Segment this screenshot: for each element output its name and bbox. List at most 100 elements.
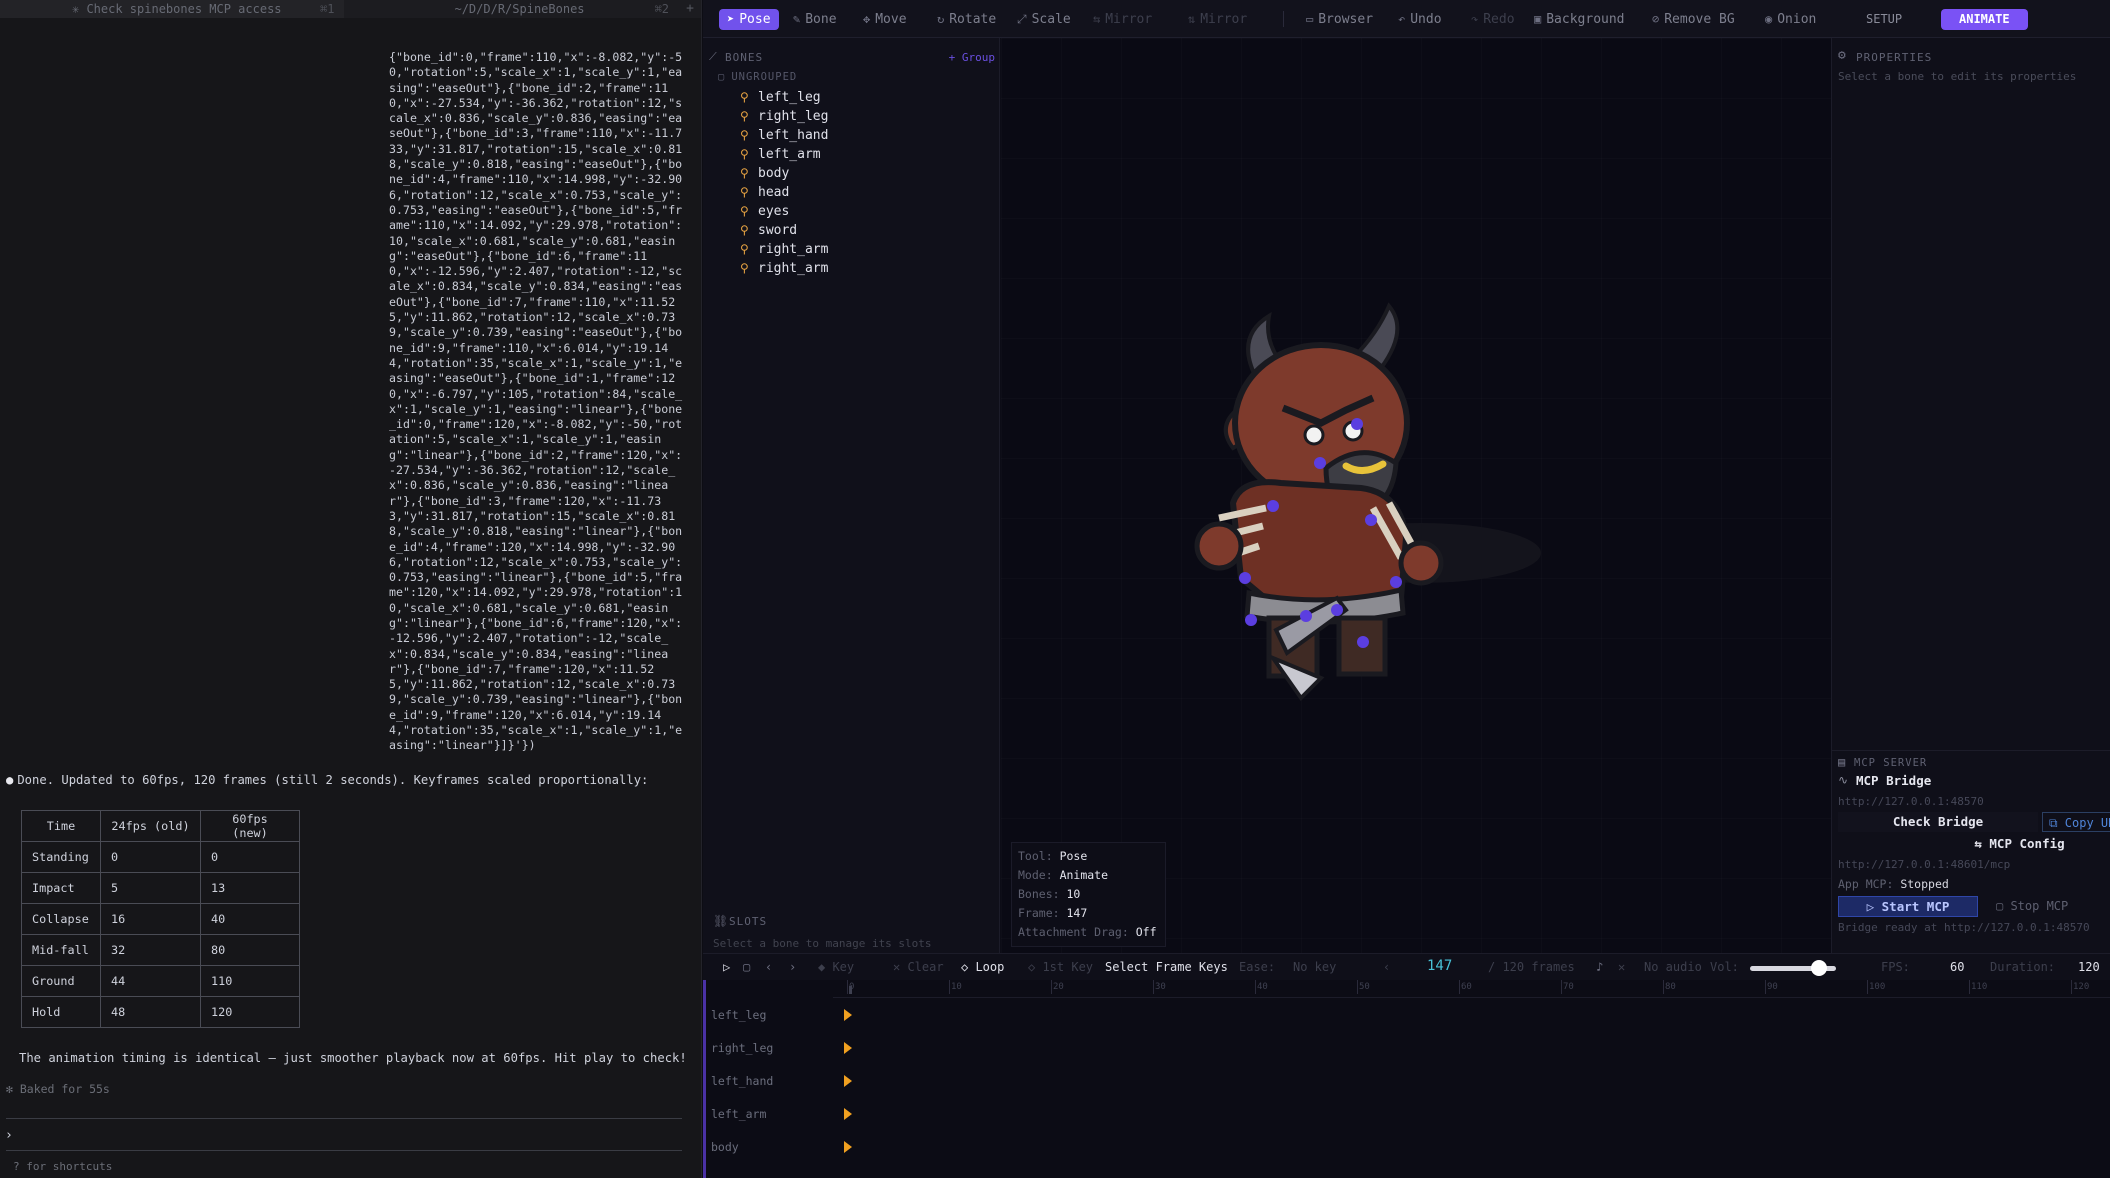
stop-mcp-button[interactable]: ▢ Stop MCP [1982, 896, 2110, 917]
joint-right-arm[interactable] [1365, 514, 1377, 526]
canvas-viewport[interactable]: Tool: Pose Mode: Animate Bones: 10 Frame… [1001, 38, 1831, 953]
mcp-server-section: ▤ MCP SERVER ∿ MCP Bridge http://127.0.0… [1832, 750, 2110, 953]
table-row: Standing 0 0 [21, 841, 300, 873]
joint-body[interactable] [1300, 610, 1312, 622]
remove-audio-icon[interactable]: ✕ [1618, 960, 1625, 975]
stop-button[interactable]: ▢ [743, 960, 750, 975]
table-cell: 44 [100, 965, 201, 997]
ease-label: Ease: [1239, 960, 1276, 974]
toolbar: ➤ Pose ✎ Bone ✥ Move ↻ Rotate ⤢ Scale ⇆ Mirror… [703, 0, 2110, 38]
ease-select[interactable]: No key [1293, 960, 1336, 975]
terminal-tab-2-shortcut: ⌘2 [654, 2, 670, 16]
mcp-config-button[interactable]: ⇆ MCP Config [1838, 834, 2110, 854]
timeline-row-right-leg[interactable]: right_leg [711, 1038, 773, 1058]
remove-bg-button[interactable]: ⊘ Remove BG [1652, 9, 1735, 30]
select-frame-keys-button[interactable]: Select Frame Keys [1105, 960, 1228, 975]
bone-item-sword[interactable]: ⚲ sword [740, 221, 828, 240]
volume-slider-knob[interactable] [1810, 960, 1827, 976]
pose-tool-button[interactable]: ➤ Pose [719, 9, 779, 30]
timeline-row-left-hand[interactable]: left_hand [711, 1071, 773, 1091]
joint-right-hand[interactable] [1390, 576, 1402, 588]
playhead[interactable] [849, 986, 852, 994]
joint-head[interactable] [1314, 457, 1326, 469]
scale-tool-button[interactable]: ⤢ Scale [1017, 9, 1071, 30]
timeline-ruler[interactable]: 0102030405060708090100110120 [833, 980, 2110, 998]
keyframe-marker[interactable] [844, 1075, 852, 1087]
keyframe-marker[interactable] [844, 1108, 852, 1120]
timeline[interactable]: 0102030405060708090100110120 left_leg ri… [703, 980, 2110, 1178]
move-tool-button[interactable]: ✥ Move [863, 9, 907, 30]
close-icon: ✕ [893, 960, 908, 974]
terminal-tab-2[interactable]: ~/D/D/R/SpineBones ⌘2 [344, 0, 679, 18]
add-key-button[interactable]: ◆ Key [818, 960, 854, 975]
setup-mode-tab[interactable]: SETUP [1866, 9, 1902, 30]
undo-button[interactable]: ↶ Undo [1398, 9, 1442, 30]
first-key-icon: ◇ [1028, 960, 1043, 974]
table-cell: Mid-fall [21, 934, 101, 966]
bone-item-right-arm-2[interactable]: ⚲ right_arm [740, 259, 828, 278]
bone-item-left-hand[interactable]: ⚲ left_hand [740, 126, 828, 145]
frame-counter[interactable]: 147 [1427, 959, 1452, 974]
mirror-y-button[interactable]: ⇅ Mirror [1188, 9, 1247, 30]
start-mcp-button[interactable]: ▷ Start MCP [1838, 896, 1978, 917]
clear-key-button[interactable]: ✕ Clear [893, 960, 944, 975]
bone-item-right-arm[interactable]: ⚲ right_arm [740, 240, 828, 259]
fps-label: FPS: [1881, 960, 1910, 974]
prev-frame-button[interactable]: ‹ [765, 960, 772, 975]
browser-button[interactable]: ▭ Browser [1306, 9, 1373, 30]
redo-button[interactable]: ↷ Redo [1471, 9, 1515, 30]
spinebones-app: ➤ Pose ✎ Bone ✥ Move ↻ Rotate ⤢ Scale ⇆ Mirror… [703, 0, 2110, 1178]
terminal-tab-1-label: ✳ Check spinebones MCP access [72, 2, 282, 16]
fps-value[interactable]: 60 [1950, 960, 1964, 975]
left-fist [1194, 521, 1244, 571]
timeline-tick: 20 [1051, 980, 1064, 994]
bone-item-label: right_leg [758, 109, 829, 124]
keyframe-marker[interactable] [844, 1141, 852, 1153]
joint-sword[interactable] [1245, 614, 1257, 626]
joint-eyes[interactable] [1351, 418, 1363, 430]
bone-item-head[interactable]: ⚲ head [740, 183, 828, 202]
keyframe-marker[interactable] [844, 1042, 852, 1054]
ungrouped-header[interactable]: ▢ UNGROUPED [718, 71, 797, 83]
frame-prev-arrow[interactable]: ‹ [1383, 960, 1390, 975]
terminal-pane: ✳ Check spinebones MCP access ⌘1 ~/D/D/R… [0, 0, 702, 1178]
keyframe-marker[interactable] [844, 1009, 852, 1021]
loop-toggle[interactable]: ◇ Loop [961, 960, 1004, 975]
bone-item-eyes[interactable]: ⚲ eyes [740, 202, 828, 221]
joint-left-arm[interactable] [1267, 500, 1279, 512]
joint-left-hand[interactable] [1239, 572, 1251, 584]
duration-value[interactable]: 120 [2078, 960, 2100, 975]
mirror-x-button[interactable]: ⇆ Mirror [1093, 9, 1152, 30]
animate-mode-tab[interactable]: ANIMATE [1941, 9, 2028, 30]
music-icon[interactable]: ♪ [1596, 960, 1603, 975]
add-group-button[interactable]: + Group [949, 51, 995, 64]
new-tab-button[interactable]: + [679, 0, 701, 18]
volume-label: Vol: [1710, 960, 1739, 974]
gear-icon: ⚙ [1838, 48, 1846, 63]
joint-left-leg[interactable] [1331, 604, 1343, 616]
loop-icon: ◇ [961, 960, 976, 974]
info-label: Frame: [1018, 906, 1060, 920]
bone-item-body[interactable]: ⚲ body [740, 164, 828, 183]
bone-item-left-leg[interactable]: ⚲ left_leg [740, 88, 828, 107]
first-key-button[interactable]: ◇ 1st Key [1028, 960, 1093, 975]
loop-label: Loop [975, 960, 1005, 974]
mirror-icon: ⇆ [1093, 12, 1101, 26]
timeline-row-left-leg[interactable]: left_leg [711, 1005, 766, 1025]
bone-tool-button[interactable]: ✎ Bone [793, 9, 837, 30]
bone-item-left-arm[interactable]: ⚲ left_arm [740, 145, 828, 164]
play-button[interactable]: ▷ [723, 960, 730, 975]
timeline-row-body[interactable]: body [711, 1137, 739, 1157]
next-frame-button[interactable]: › [789, 960, 796, 975]
copy-url-button[interactable]: ⧉ Copy URL [2042, 812, 2110, 832]
rotate-tool-button[interactable]: ↻ Rotate [937, 9, 996, 30]
onion-button[interactable]: ◉ Onion [1765, 9, 1816, 30]
check-bridge-button[interactable]: Check Bridge [1838, 812, 2038, 832]
bone-item-label: body [758, 166, 790, 181]
bone-item-right-leg[interactable]: ⚲ right_leg [740, 107, 828, 126]
joint-right-leg[interactable] [1357, 636, 1369, 648]
terminal-tab-1[interactable]: ✳ Check spinebones MCP access ⌘1 [0, 0, 345, 18]
background-button[interactable]: ▣ Background [1534, 9, 1625, 30]
prompt-input[interactable]: › [5, 1128, 13, 1143]
timeline-row-left-arm[interactable]: left_arm [711, 1104, 766, 1124]
